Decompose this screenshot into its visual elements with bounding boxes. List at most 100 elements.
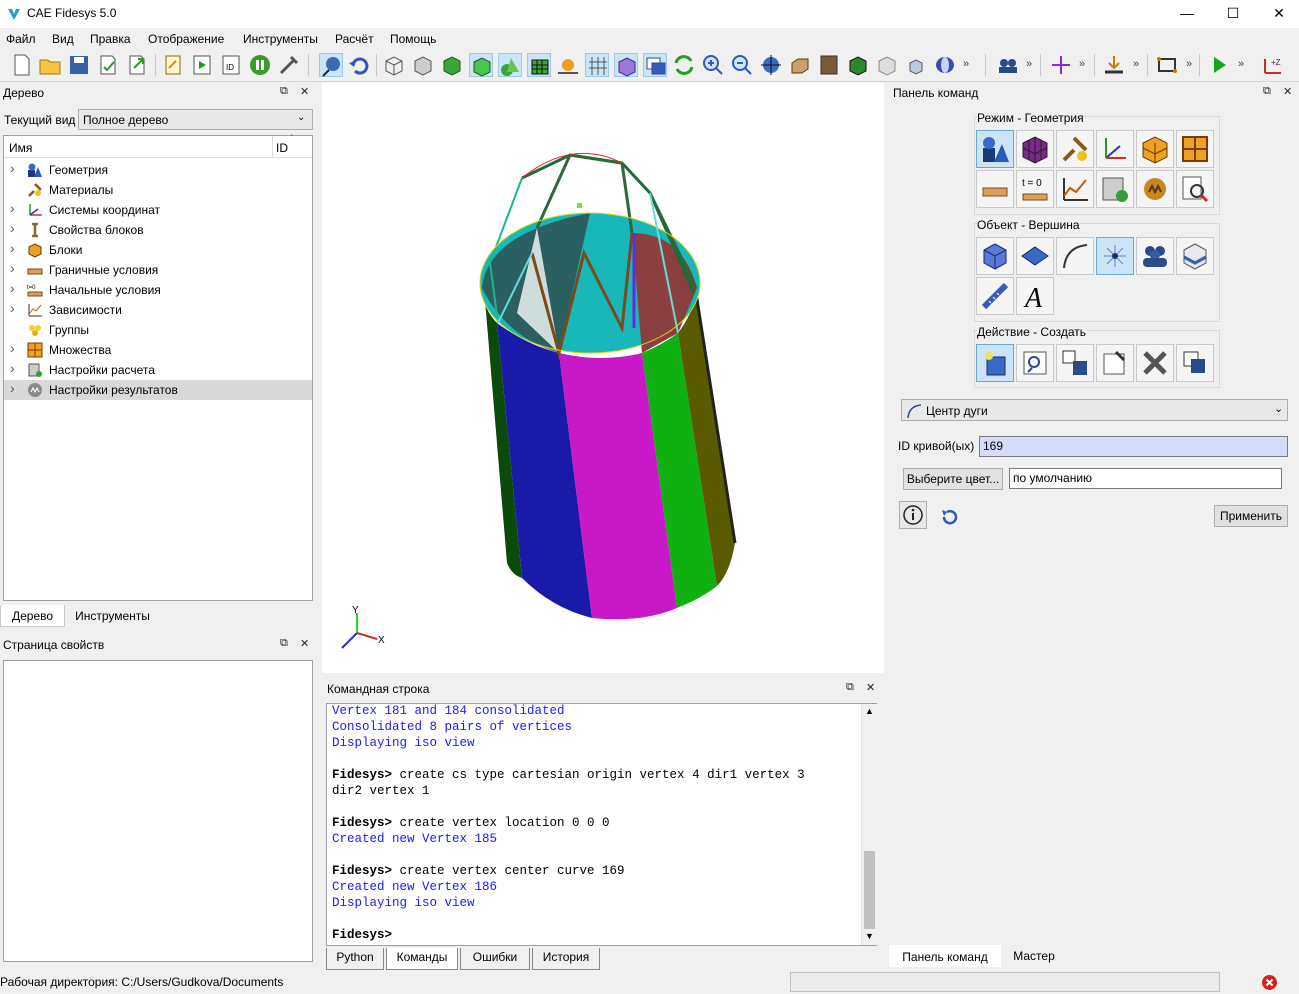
dependency-mode-icon[interactable]: [1056, 170, 1094, 208]
delete-action-icon[interactable]: [1136, 344, 1174, 382]
expand-arrow-icon[interactable]: ›: [10, 200, 15, 216]
open-folder-icon[interactable]: [38, 53, 62, 77]
menu-view[interactable]: Вид: [52, 32, 74, 46]
ruler-view-icon[interactable]: [817, 53, 841, 77]
col-id-header[interactable]: ID: [276, 141, 288, 155]
wireframe-view-icon[interactable]: [382, 53, 406, 77]
curve-object-icon[interactable]: [1056, 237, 1094, 275]
tree-item-results-settings[interactable]: › Настройки результатов: [4, 380, 312, 400]
transparent-block-icon[interactable]: [875, 53, 899, 77]
toolbar-overflow-5[interactable]: »: [1186, 58, 1192, 70]
coordinate-mode-icon[interactable]: [1096, 130, 1134, 168]
expand-arrow-icon[interactable]: ›: [10, 380, 15, 396]
maximize-button[interactable]: ☐: [1210, 0, 1256, 28]
analysis-mode-icon[interactable]: [1096, 170, 1134, 208]
tree-item-dependencies[interactable]: › Зависимости: [4, 300, 312, 320]
color-field[interactable]: по умолчанию: [1009, 468, 1282, 489]
float-icon[interactable]: ⧉: [280, 637, 288, 650]
expand-arrow-icon[interactable]: ›: [10, 360, 15, 376]
body-object-icon[interactable]: [1176, 237, 1214, 275]
tree-item-coordinate-systems[interactable]: › Системы координат: [4, 200, 312, 220]
tools-icon[interactable]: [277, 53, 301, 77]
expand-arrow-icon[interactable]: ›: [10, 340, 15, 356]
close-icon[interactable]: ✕: [866, 681, 875, 694]
graphics-viewport[interactable]: Y X: [322, 83, 884, 673]
modify-action-icon[interactable]: [1016, 344, 1054, 382]
perspective-icon[interactable]: [614, 53, 638, 77]
box-view-icon[interactable]: [788, 53, 812, 77]
export-icon[interactable]: [125, 53, 149, 77]
console-output[interactable]: Vertex 181 and 184 consolidated Consolida…: [326, 703, 877, 946]
close-icon[interactable]: ✕: [1283, 85, 1292, 98]
z-axis-icon[interactable]: +Z: [1261, 53, 1285, 77]
menu-help[interactable]: Помощь: [390, 32, 436, 46]
copy-action-icon[interactable]: [1056, 344, 1094, 382]
menu-tools[interactable]: Инструменты: [243, 32, 318, 46]
toolbar-overflow-6[interactable]: »: [1238, 58, 1244, 70]
pause-icon[interactable]: [248, 53, 272, 77]
hidden-line-view-icon[interactable]: [411, 53, 435, 77]
close-icon[interactable]: ✕: [300, 85, 309, 98]
reset-icon[interactable]: [937, 505, 961, 529]
tab-commands[interactable]: Команды: [386, 948, 458, 970]
expand-arrow-icon[interactable]: ›: [10, 280, 15, 296]
id-script-icon[interactable]: ID: [219, 53, 243, 77]
tab-tree[interactable]: Дерево: [0, 605, 65, 627]
tree-item-sets[interactable]: › Множества: [4, 340, 312, 360]
tab-tools[interactable]: Инструменты: [65, 605, 160, 627]
method-select[interactable]: Центр дуги ⌄: [901, 399, 1288, 421]
small-cube-icon[interactable]: [904, 53, 928, 77]
choose-color-button[interactable]: Выберите цвет...: [903, 468, 1003, 490]
cylinder-model[interactable]: [322, 83, 884, 673]
close-icon[interactable]: ✕: [300, 637, 309, 650]
toolbar-overflow-2[interactable]: »: [1026, 58, 1032, 70]
tree-item-geometry[interactable]: › Геометрия: [4, 160, 312, 180]
measure-object-icon[interactable]: [976, 277, 1014, 315]
grid-icon[interactable]: [585, 53, 609, 77]
close-window-button[interactable]: ✕: [1256, 0, 1299, 28]
tree-item-block-properties[interactable]: › Свойства блоков: [4, 220, 312, 240]
minimize-button[interactable]: —: [1164, 0, 1210, 28]
scroll-thumb[interactable]: [864, 851, 875, 929]
mesh-shaded-icon[interactable]: [527, 53, 551, 77]
vertex-object-icon[interactable]: [1096, 237, 1134, 275]
inspect-mode-icon[interactable]: [1176, 170, 1214, 208]
scroll-down-icon[interactable]: ▼: [865, 931, 874, 941]
curve-id-field[interactable]: 169: [979, 436, 1288, 457]
tab-command-panel[interactable]: Панель команд: [889, 945, 1001, 967]
initial-condition-mode-icon[interactable]: t = 0: [1016, 170, 1054, 208]
tree-item-initial-conditions[interactable]: › t=0 Начальные условия: [4, 280, 312, 300]
geometry-shaded-icon[interactable]: [498, 53, 522, 77]
group-object-icon[interactable]: [1136, 237, 1174, 275]
tab-wizard[interactable]: Мастер: [1001, 945, 1067, 967]
lens-icon[interactable]: [933, 53, 957, 77]
info-button[interactable]: [899, 501, 927, 529]
toolbar-overflow-4[interactable]: »: [1133, 58, 1139, 70]
save-as-icon[interactable]: [96, 53, 120, 77]
text-object-icon[interactable]: A: [1016, 277, 1054, 315]
boundary-mode-icon[interactable]: [976, 170, 1014, 208]
block-mode-icon[interactable]: [1136, 130, 1174, 168]
expand-arrow-icon[interactable]: ›: [10, 260, 15, 276]
journal-icon[interactable]: [161, 53, 185, 77]
zoom-in-icon[interactable]: [701, 53, 725, 77]
run-script-icon[interactable]: [190, 53, 214, 77]
tree-item-groups[interactable]: Группы: [4, 320, 312, 340]
smooth-shaded-view-icon[interactable]: [469, 53, 493, 77]
crosshair-icon[interactable]: [1049, 53, 1073, 77]
bounding-box-icon[interactable]: [1155, 53, 1179, 77]
float-icon[interactable]: ⧉: [846, 681, 854, 694]
menu-edit[interactable]: Правка: [90, 32, 131, 46]
expand-arrow-icon[interactable]: ›: [10, 220, 15, 236]
create-action-icon[interactable]: [976, 344, 1014, 382]
fit-view-icon[interactable]: [759, 53, 783, 77]
menu-calculation[interactable]: Расчёт: [335, 32, 374, 46]
groups-toolbar-icon[interactable]: [996, 53, 1020, 77]
tab-history[interactable]: История: [532, 948, 600, 970]
undo-icon[interactable]: [347, 53, 371, 77]
geometry-mode-icon[interactable]: [976, 130, 1014, 168]
refresh-icon[interactable]: [672, 53, 696, 77]
new-file-icon[interactable]: [10, 53, 34, 77]
error-status-icon[interactable]: [1261, 974, 1278, 991]
menu-file[interactable]: Файл: [6, 32, 36, 46]
